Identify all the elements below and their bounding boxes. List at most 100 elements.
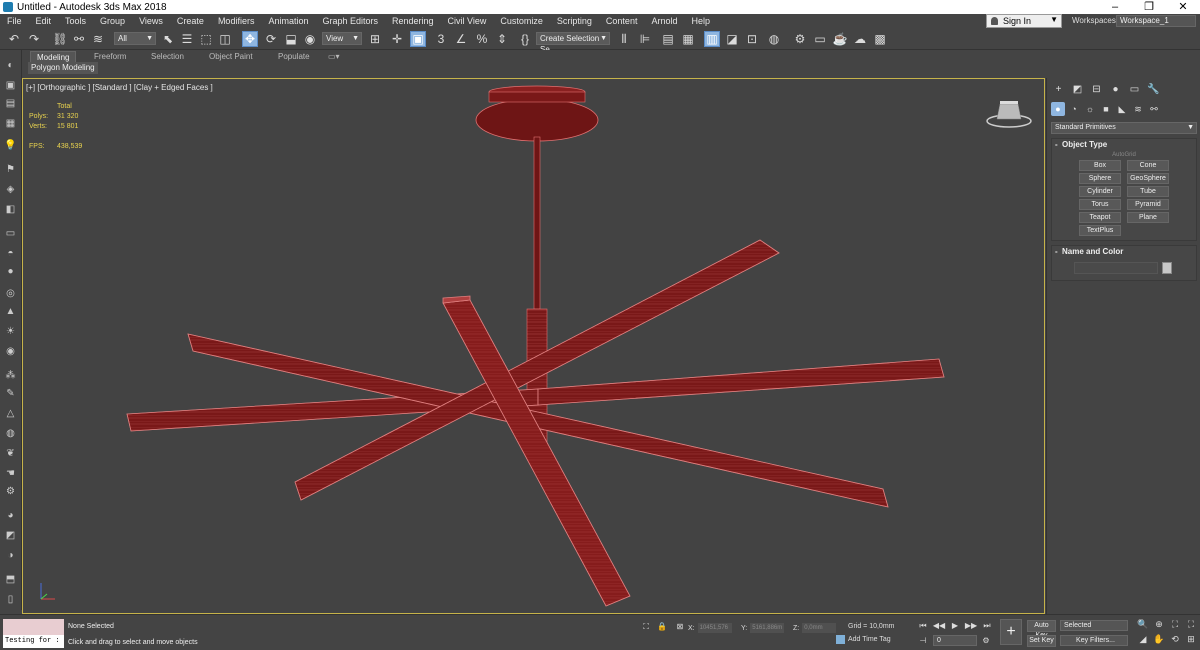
rendered-frame-window-icon[interactable]: ▭ [812,31,828,47]
viewport-layout-icon[interactable]: ◐ [3,58,18,72]
scene-explorer-icon[interactable]: ▣ [3,78,18,92]
primitive-category-select[interactable]: Standard Primitives ▼ [1051,122,1197,134]
menu-scripting[interactable]: Scripting [550,16,599,26]
globe-icon[interactable]: ◍ [3,426,18,440]
menu-help[interactable]: Help [684,16,717,26]
light-icon[interactable]: 💡 [3,138,18,152]
hemisphere-icon[interactable]: ◓ [3,246,18,260]
cylinder-button[interactable]: Cylinder [1079,186,1121,197]
mode-toggle-icon[interactable]: ◑ [3,548,18,562]
utilities-tab-icon[interactable]: 🔧 [1146,82,1161,97]
curve-editor-icon[interactable]: ◪ [724,31,740,47]
pivot-center-icon[interactable]: ⊞ [367,31,383,47]
absolute-mode-icon[interactable]: ⊠ [674,621,686,632]
tab-selection[interactable]: Selection [145,51,190,62]
zoom-all-icon[interactable]: ⊕ [1152,619,1166,632]
menu-civil-view[interactable]: Civil View [441,16,494,26]
cone-button[interactable]: Cone [1127,160,1169,171]
systems-icon[interactable]: ⚯ [1147,102,1161,116]
select-and-place-icon[interactable]: ◉ [302,31,318,47]
material-editor-icon[interactable]: ◍ [766,31,782,47]
menu-modifiers[interactable]: Modifiers [211,16,262,26]
display-tab-icon[interactable]: ▭ [1127,82,1142,97]
link-icon[interactable]: ⛓ [52,31,68,47]
bind-space-warp-icon[interactable]: ≋ [90,31,106,47]
menu-group[interactable]: Group [93,16,132,26]
textplus-button[interactable]: TextPlus [1079,225,1121,236]
next-frame-icon[interactable]: ▶▶ [965,620,977,631]
select-object-icon[interactable]: ⬉ [160,31,176,47]
menu-arnold[interactable]: Arnold [644,16,684,26]
select-and-scale-icon[interactable]: ⬓ [283,31,299,47]
toggle-scene-explorer-icon[interactable]: ▤ [660,31,676,47]
leaf-icon[interactable]: ❦ [3,446,18,460]
material-sphere-icon[interactable]: ◕ [3,508,18,522]
key-mode-toggle-icon[interactable]: ⊣ [917,635,929,646]
orbit-icon[interactable]: ⟲ [1168,634,1182,647]
zoom-extents-all-icon[interactable]: ⛶ [1184,619,1198,632]
torus-icon[interactable]: ◎ [3,286,18,300]
window-crossing-icon[interactable]: ◫ [217,31,233,47]
maxscript-listener-output[interactable] [3,619,64,635]
zoom-icon[interactable]: 🔍 [1136,619,1150,632]
render-icon[interactable]: ◧ [3,202,18,216]
viewcube[interactable] [986,101,1032,128]
menu-file[interactable]: File [0,16,29,26]
object-name-field[interactable] [1074,262,1158,274]
tab-freeform[interactable]: Freeform [88,51,132,62]
unlink-icon[interactable]: ⚯ [71,31,87,47]
object-type-header[interactable]: Object Type [1052,139,1196,151]
rectangular-selection-icon[interactable]: ⬚ [198,31,214,47]
select-and-move-icon[interactable]: ✥ [242,31,258,47]
zoom-extents-icon[interactable]: ⛶ [1168,619,1182,632]
field-of-view-icon[interactable]: ◢ [1136,634,1150,647]
object-color-swatch[interactable] [1162,262,1172,274]
geometry-icon[interactable]: ● [1051,102,1065,116]
menu-tools[interactable]: Tools [58,16,93,26]
menu-views[interactable]: Views [132,16,170,26]
ribbon-options-icon[interactable]: ▭▾ [322,51,346,62]
current-frame-field[interactable]: 0 [933,635,977,646]
settings-panel-icon[interactable]: ⬒ [3,572,18,586]
pyramid-button[interactable]: Pyramid [1127,199,1169,210]
maximize-button[interactable]: ❐ [1132,0,1166,14]
go-to-start-icon[interactable]: ⏮ [917,620,929,631]
teapot-button[interactable]: Teapot [1079,212,1121,223]
box-button[interactable]: Box [1079,160,1121,171]
selection-lock-icon[interactable]: 🔒 [656,621,668,632]
gear-icon[interactable]: ⚙ [3,484,18,498]
z-value[interactable]: 0,0mm [802,623,837,633]
set-key-icon[interactable]: + [1000,619,1022,645]
redo-icon[interactable]: ↷ [26,31,42,47]
select-and-rotate-icon[interactable]: ⟳ [263,31,279,47]
helpers-icon[interactable]: ◣ [1115,102,1129,116]
render-shortcuts-icon[interactable]: ▩ [872,31,888,47]
sign-in-dropdown[interactable]: Sign In ▼ [986,14,1062,28]
hand-icon[interactable]: ☚ [3,466,18,480]
texture-icon[interactable]: ◩ [3,528,18,542]
named-selection-set-select[interactable]: Create Selection Se▼ [536,32,610,54]
layers-icon[interactable]: ▤ [3,96,18,110]
keyboard-shortcut-override-icon[interactable]: ▣ [410,31,426,47]
y-value[interactable]: 5161,886m [750,623,785,633]
cameras-icon[interactable]: ■ [1099,102,1113,116]
box-icon[interactable]: ▭ [3,226,18,240]
cone-icon[interactable]: ▲ [3,304,18,318]
edit-named-selection-icon[interactable]: {} [517,31,533,47]
menu-animation[interactable]: Animation [261,16,315,26]
close-button[interactable]: ✕ [1166,0,1200,14]
render-setup-icon[interactable]: ⚙ [792,31,808,47]
camera-icon[interactable]: ◈ [3,182,18,196]
angle-snap-icon[interactable]: ∠ [453,31,469,47]
plane-button[interactable]: Plane [1127,212,1169,223]
tab-object-paint[interactable]: Object Paint [203,51,259,62]
helper-icon[interactable]: ⚑ [3,162,18,176]
paint-icon[interactable]: ✎ [3,386,18,400]
menu-edit[interactable]: Edit [29,16,59,26]
spinner-snap-icon[interactable]: ⇕ [494,31,510,47]
shapes-icon[interactable]: △ [3,406,18,420]
snaps-toggle-icon[interactable]: 3 [433,31,449,47]
polygon-modeling-panel[interactable]: Polygon Modeling [28,62,98,74]
undo-icon[interactable]: ↶ [6,31,22,47]
modify-tab-icon[interactable]: ◩ [1070,82,1085,97]
